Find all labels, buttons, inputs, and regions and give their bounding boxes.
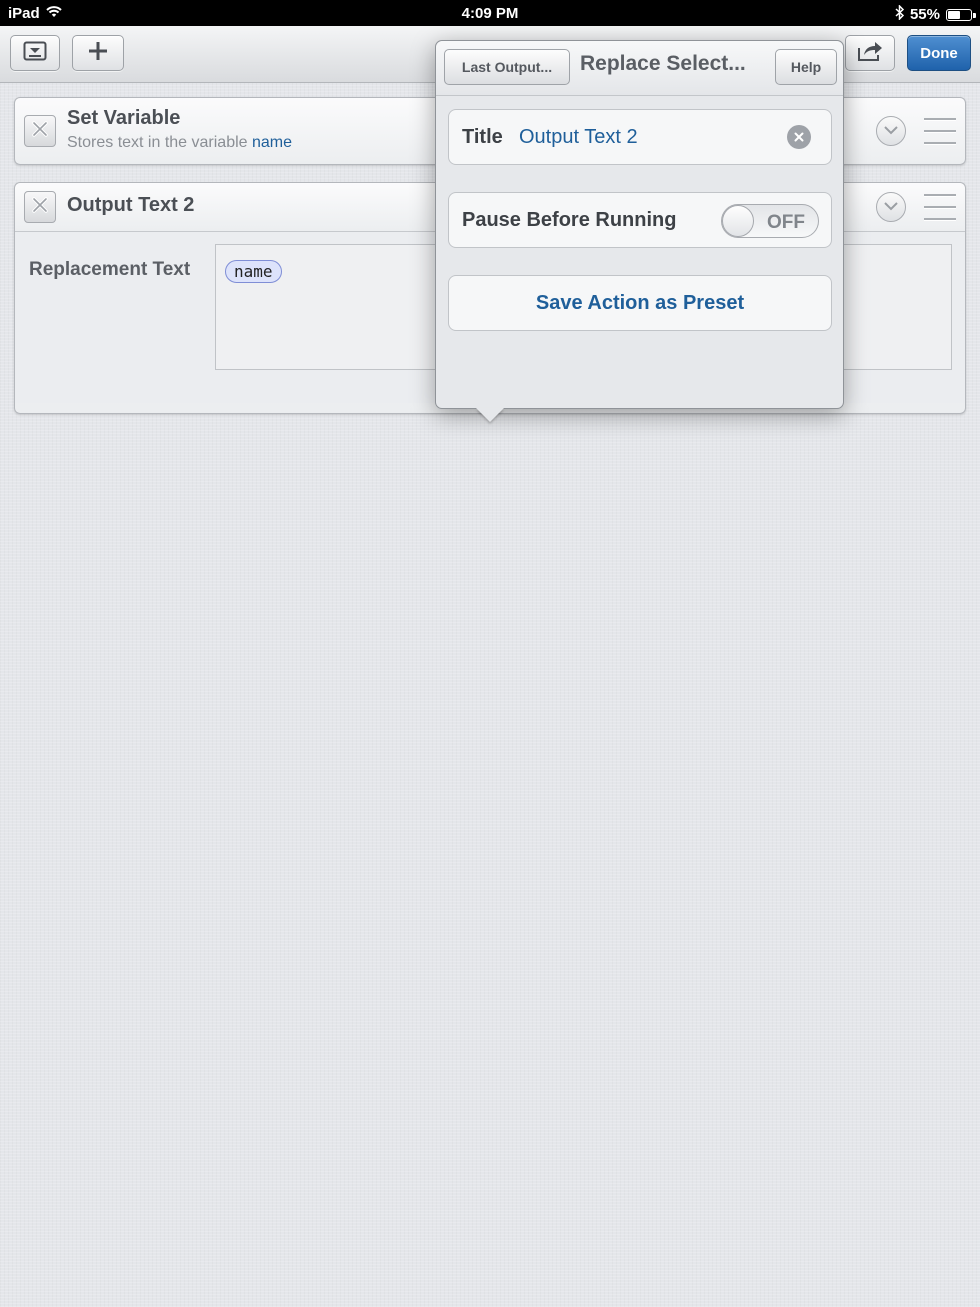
popover-title: Replace Select...: [580, 52, 746, 75]
popover-header: Last Output... Replace Select... Help: [436, 41, 843, 96]
status-time: 4:09 PM: [461, 5, 519, 22]
battery-percent: 55%: [909, 6, 940, 23]
expand-action-button[interactable]: [876, 192, 906, 222]
title-label: Title: [462, 126, 503, 148]
add-action-button[interactable]: [72, 35, 124, 71]
save-preset-label: Save Action as Preset: [535, 292, 745, 314]
collapse-icon: [23, 41, 47, 66]
subtitle-text: Stores text in the variable: [67, 134, 248, 151]
pause-before-running-label: Pause Before Running: [462, 209, 677, 231]
title-row[interactable]: Title Output Text 2: [448, 109, 832, 165]
variable-token[interactable]: name: [225, 260, 282, 283]
toggle-knob: [722, 205, 754, 237]
close-icon: [32, 120, 48, 142]
delete-action-button[interactable]: [24, 191, 56, 223]
action-settings-popover: Last Output... Replace Select... Help Ti…: [435, 40, 844, 409]
last-output-button[interactable]: Last Output...: [444, 49, 570, 85]
bluetooth-icon: [895, 4, 905, 24]
popover-arrow: [476, 408, 504, 422]
chevron-down-icon: [884, 122, 898, 140]
action-title: Output Text 2: [67, 194, 195, 216]
toggle-state: OFF: [767, 212, 805, 233]
pause-row: Pause Before Running OFF: [448, 192, 832, 248]
action-subtitle: Stores text in the variable name: [67, 134, 292, 152]
battery-fill: [948, 10, 960, 19]
help-button[interactable]: Help: [775, 49, 837, 85]
collapse-button[interactable]: [10, 35, 60, 71]
delete-action-button[interactable]: [24, 115, 56, 147]
status-bar: iPad 4:09 PM 55%: [0, 0, 980, 26]
plus-icon: [88, 41, 108, 66]
pause-toggle[interactable]: OFF: [721, 204, 819, 238]
reorder-handle[interactable]: [924, 118, 956, 144]
battery-icon: [946, 8, 976, 21]
chevron-down-icon: [884, 198, 898, 216]
variable-name: name: [252, 134, 293, 151]
share-button[interactable]: [845, 35, 895, 71]
expand-action-button[interactable]: [876, 116, 906, 146]
save-preset-button[interactable]: Save Action as Preset: [448, 275, 832, 331]
done-button[interactable]: Done: [907, 35, 971, 71]
title-field[interactable]: Output Text 2: [519, 126, 638, 149]
clear-icon[interactable]: [787, 125, 811, 149]
share-icon: [856, 40, 884, 67]
reorder-handle[interactable]: [924, 194, 956, 220]
close-icon: [32, 196, 48, 218]
replacement-text-label: Replacement Text: [29, 259, 191, 280]
action-title: Set Variable: [67, 107, 181, 129]
